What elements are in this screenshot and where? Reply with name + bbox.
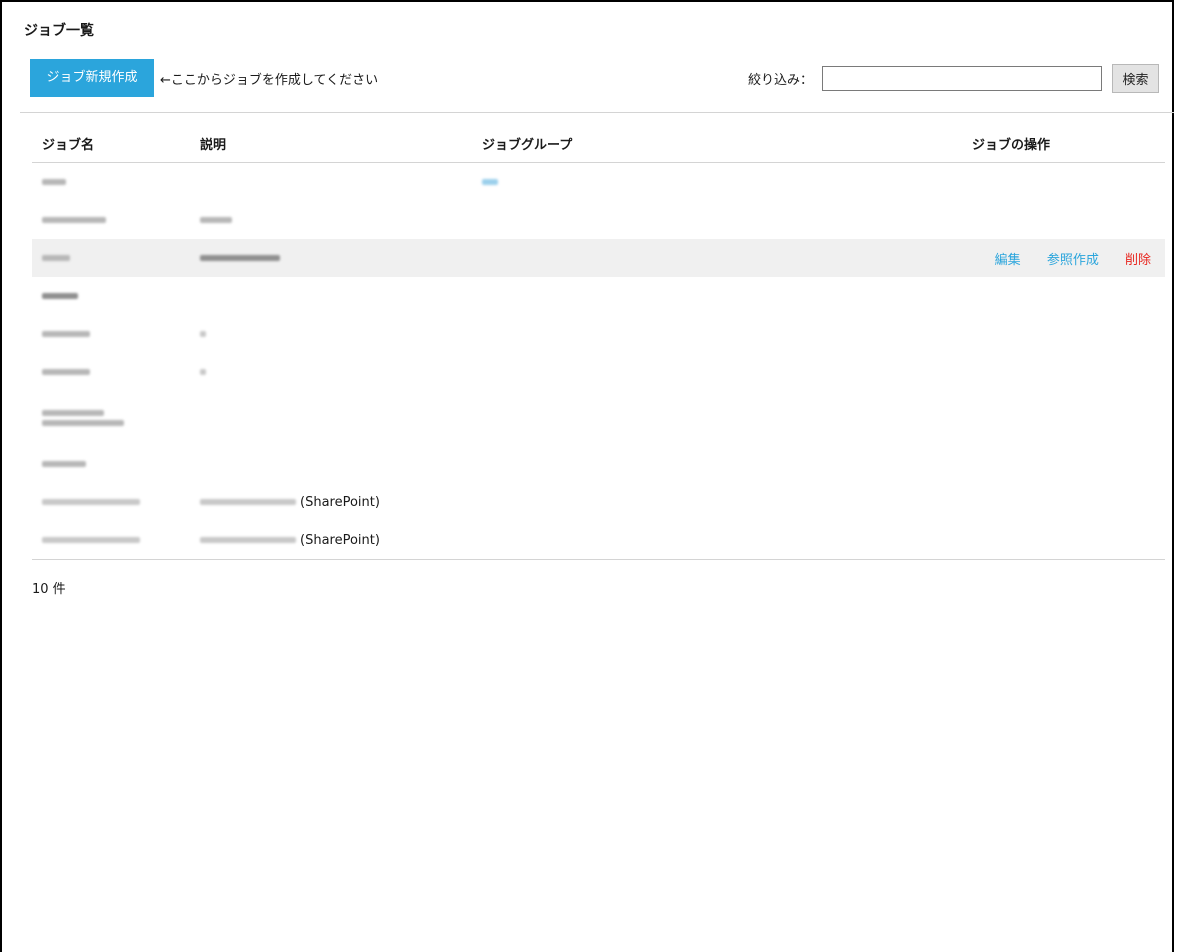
result-count: 10 件 xyxy=(32,582,66,597)
job-group-cell xyxy=(482,277,972,315)
table-row[interactable] xyxy=(32,315,1165,353)
job-group-cell xyxy=(482,521,972,560)
redacted-text xyxy=(42,179,66,185)
redacted-text xyxy=(42,369,90,375)
table-row[interactable] xyxy=(32,201,1165,239)
toolbar: ジョブ新規作成 ←ここからジョブを作成してください 絞り込み： 検索 xyxy=(30,59,1160,99)
job-group-cell xyxy=(482,353,972,391)
redacted-text xyxy=(200,499,296,505)
redacted-text xyxy=(42,410,200,426)
job-actions-cell xyxy=(972,315,1165,353)
job-group-cell xyxy=(482,445,972,483)
redacted-text xyxy=(200,331,206,337)
redacted-text xyxy=(42,217,106,223)
table-row[interactable]: (SharePoint) xyxy=(32,521,1165,560)
table-row[interactable]: (SharePoint) xyxy=(32,483,1165,521)
job-actions-cell xyxy=(972,163,1165,202)
job-name-cell xyxy=(32,483,200,521)
description-cell xyxy=(200,163,482,202)
job-actions-cell xyxy=(972,201,1165,239)
job-actions-cell xyxy=(972,391,1165,445)
redacted-text xyxy=(200,369,206,375)
filter-input[interactable] xyxy=(822,66,1102,91)
job-name-cell xyxy=(32,201,200,239)
edit-link[interactable]: 編集 xyxy=(995,253,1021,268)
job-actions-cell xyxy=(972,521,1165,560)
description-cell: (SharePoint) xyxy=(200,483,482,521)
job-group-link[interactable] xyxy=(482,179,498,185)
table-row[interactable]: 編集 参照作成 削除 xyxy=(32,239,1165,277)
job-name-cell xyxy=(32,277,200,315)
job-name-cell xyxy=(32,445,200,483)
redacted-text xyxy=(42,461,86,467)
redacted-text xyxy=(42,537,140,543)
job-name-cell xyxy=(32,315,200,353)
job-actions-cell xyxy=(972,483,1165,521)
job-list-panel: ジョブ一覧 ジョブ新規作成 ←ここからジョブを作成してください 絞り込み： 検索… xyxy=(0,0,1174,952)
job-group-cell xyxy=(482,163,972,202)
job-group-cell xyxy=(482,201,972,239)
table-row[interactable] xyxy=(32,277,1165,315)
column-header-description: 説明 xyxy=(200,124,482,163)
search-button[interactable]: 検索 xyxy=(1112,64,1159,93)
job-group-cell xyxy=(482,239,972,277)
table-row[interactable] xyxy=(32,163,1165,202)
table-row[interactable] xyxy=(32,353,1165,391)
job-group-cell xyxy=(482,391,972,445)
copy-create-link[interactable]: 参照作成 xyxy=(1047,253,1099,268)
redacted-text xyxy=(200,537,296,543)
job-name-cell xyxy=(32,163,200,202)
redacted-text xyxy=(42,499,140,505)
redacted-text xyxy=(42,255,70,261)
description-cell xyxy=(200,239,482,277)
redacted-text xyxy=(200,255,280,261)
job-name-cell xyxy=(32,391,200,445)
description-cell: (SharePoint) xyxy=(200,521,482,560)
description-cell xyxy=(200,445,482,483)
filter-label: 絞り込み： xyxy=(748,73,814,88)
new-job-button[interactable]: ジョブ新規作成 xyxy=(30,59,154,97)
description-cell xyxy=(200,277,482,315)
sharepoint-label: (SharePoint) xyxy=(300,532,380,548)
table-header-row: ジョブ名 説明 ジョブグループ ジョブの操作 xyxy=(32,124,1165,163)
description-cell xyxy=(200,391,482,445)
table-row[interactable] xyxy=(32,391,1165,445)
job-actions-cell: 編集 参照作成 削除 xyxy=(972,239,1165,277)
page-title: ジョブ一覧 xyxy=(24,23,94,39)
job-actions-cell xyxy=(972,353,1165,391)
column-header-job-group: ジョブグループ xyxy=(482,124,972,163)
job-name-cell xyxy=(32,353,200,391)
job-name-cell xyxy=(32,521,200,560)
description-cell xyxy=(200,201,482,239)
job-table: ジョブ名 説明 ジョブグループ ジョブの操作 編集 参照作成 削除 (Share… xyxy=(32,124,1165,560)
job-actions-cell xyxy=(972,445,1165,483)
sharepoint-label: (SharePoint) xyxy=(300,494,380,510)
job-group-cell xyxy=(482,315,972,353)
redacted-text xyxy=(42,331,90,337)
column-header-job-actions: ジョブの操作 xyxy=(972,124,1165,163)
job-group-cell xyxy=(482,483,972,521)
delete-link[interactable]: 削除 xyxy=(1125,253,1151,268)
redacted-text xyxy=(200,217,232,223)
column-header-job-name: ジョブ名 xyxy=(32,124,200,163)
description-cell xyxy=(200,315,482,353)
toolbar-divider xyxy=(20,112,1174,113)
redacted-text xyxy=(42,293,78,299)
new-job-hint: ←ここからジョブを作成してください xyxy=(160,73,379,88)
job-actions-cell xyxy=(972,277,1165,315)
job-name-cell xyxy=(32,239,200,277)
description-cell xyxy=(200,353,482,391)
table-row[interactable] xyxy=(32,445,1165,483)
